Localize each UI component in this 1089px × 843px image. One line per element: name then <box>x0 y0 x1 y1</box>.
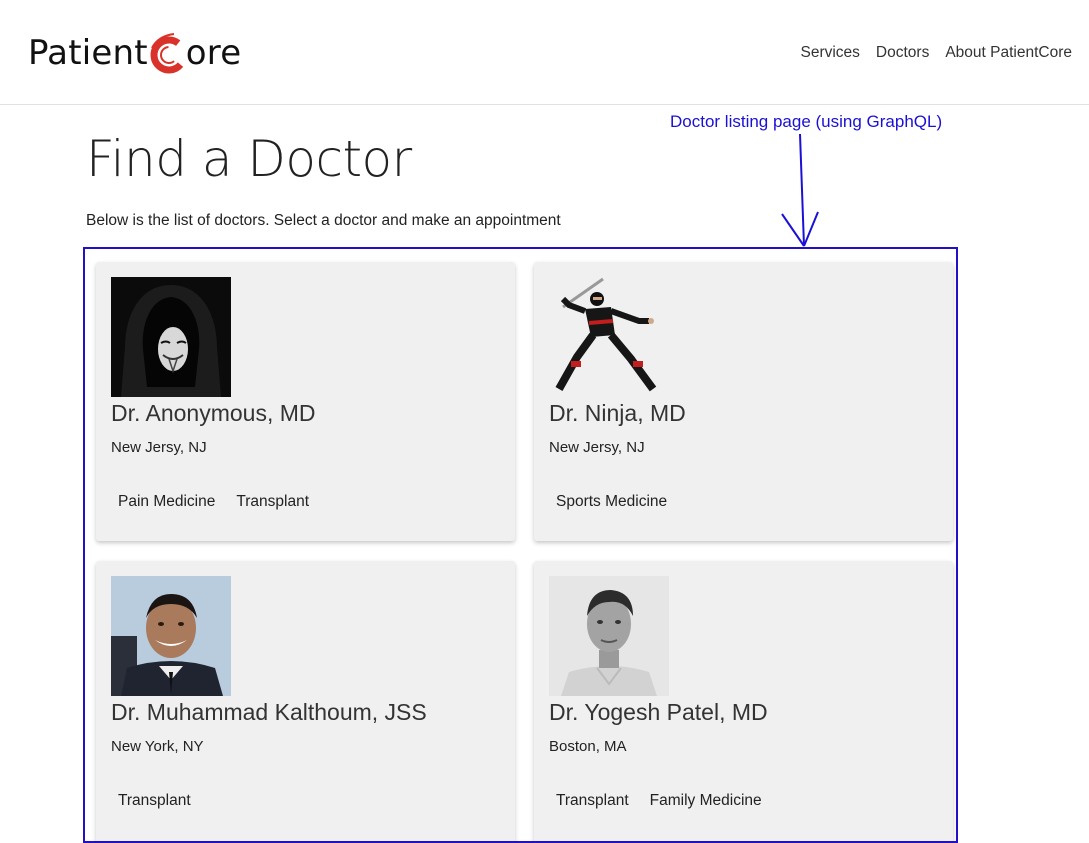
man-portrait-photo <box>549 576 669 696</box>
specialty-list: Transplant Family Medicine <box>549 791 776 811</box>
patientcore-logo[interactable]: Patient ore <box>28 26 241 80</box>
logo-text-left: Patient <box>28 33 148 73</box>
specialty-tag: Pain Medicine <box>118 493 216 510</box>
doctor-name[interactable]: Dr. Yogesh Patel, MD <box>549 699 768 726</box>
doctor-location: New Jersy, NJ <box>549 439 645 456</box>
main-nav: Services Doctors About PatientCore <box>800 44 1072 62</box>
nav-services[interactable]: Services <box>800 44 859 62</box>
doctor-name[interactable]: Dr. Muhammad Kalthoum, JSS <box>111 699 427 726</box>
annotation-label: Doctor listing page (using GraphQL) <box>670 112 943 131</box>
specialty-list: Transplant <box>111 791 205 811</box>
logo-text-right: ore <box>185 33 242 73</box>
doctor-location: New York, NY <box>111 738 204 755</box>
ninja-figure-photo <box>549 277 669 397</box>
doctor-card[interactable]: Dr. Anonymous, MD New Jersy, NJ Pain Med… <box>96 262 515 541</box>
page-title: Find a Doctor <box>86 130 412 188</box>
doctor-name[interactable]: Dr. Anonymous, MD <box>111 400 316 427</box>
doctor-card[interactable]: Dr. Muhammad Kalthoum, JSS New York, NY … <box>96 561 515 843</box>
annotation-arrow-icon <box>781 133 819 247</box>
doctor-location: New Jersy, NJ <box>111 439 207 456</box>
nav-about[interactable]: About PatientCore <box>945 44 1072 62</box>
specialty-list: Pain Medicine Transplant <box>111 492 323 512</box>
intro-text: Below is the list of doctors. Select a d… <box>86 212 561 229</box>
hooded-mask-photo <box>111 277 231 397</box>
smiling-man-photo <box>111 576 231 696</box>
top-header: Patient ore Services Doctors About Patie… <box>0 0 1089 105</box>
specialty-tag: Sports Medicine <box>556 493 668 510</box>
doctor-card[interactable]: Dr. Yogesh Patel, MD Boston, MA Transpla… <box>534 561 953 843</box>
specialty-list: Sports Medicine <box>549 492 681 512</box>
specialty-tag: Family Medicine <box>649 792 762 809</box>
logo-c-mark-icon <box>150 33 186 74</box>
specialty-tag: Transplant <box>236 493 310 510</box>
specialty-tag: Transplant <box>556 792 629 809</box>
doctor-card[interactable]: Dr. Ninja, MD New Jersy, NJ Sports Medic… <box>534 262 953 541</box>
specialty-tag: Transplant <box>118 792 191 809</box>
nav-doctors[interactable]: Doctors <box>876 44 929 62</box>
doctor-name[interactable]: Dr. Ninja, MD <box>549 400 686 427</box>
doctor-location: Boston, MA <box>549 738 627 755</box>
